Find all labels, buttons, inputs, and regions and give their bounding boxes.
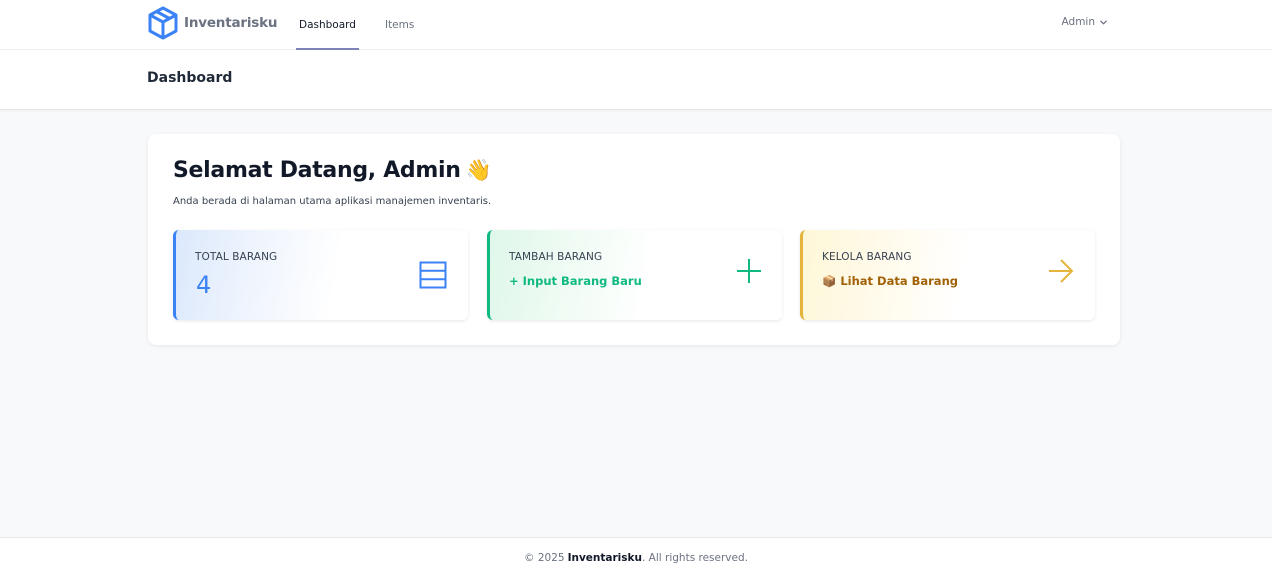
card-label: TAMBAH BARANG xyxy=(509,251,603,263)
footer-copyright: © 2025 xyxy=(524,552,565,564)
lihat-data-barang-link[interactable]: 📦 Lihat Data Barang xyxy=(822,274,958,288)
waving-hand-icon: 👋 xyxy=(465,158,492,182)
top-navbar: Inventarisku Dashboard Items Admin xyxy=(0,0,1272,50)
arrow-right-icon xyxy=(1049,259,1074,283)
footer-brand: Inventarisku xyxy=(567,552,642,564)
card-label: KELOLA BARANG xyxy=(822,251,912,263)
page-header: Dashboard xyxy=(0,50,1272,110)
user-name: Admin xyxy=(1061,16,1095,28)
brand-link[interactable]: Inventarisku xyxy=(147,6,277,40)
tambah-barang-card[interactable]: TAMBAH BARANG + Input Barang Baru xyxy=(487,230,782,320)
nav-items[interactable]: Items xyxy=(382,0,417,50)
brand-name: Inventarisku xyxy=(184,15,278,31)
footer-rights: . All rights reserved. xyxy=(642,552,748,564)
total-barang-card[interactable]: TOTAL BARANG 4 xyxy=(173,230,468,320)
table-rows-icon xyxy=(419,261,447,289)
kelola-barang-card[interactable]: KELOLA BARANG 📦 Lihat Data Barang xyxy=(800,230,1095,320)
card-label: TOTAL BARANG xyxy=(195,251,278,263)
main-nav: Dashboard Items xyxy=(296,0,440,50)
plus-icon xyxy=(737,259,761,283)
input-barang-baru-link[interactable]: + Input Barang Baru xyxy=(509,274,642,288)
welcome-card: Selamat Datang, Admin 👋 Anda berada di h… xyxy=(148,134,1120,345)
page-title: Dashboard xyxy=(147,70,233,86)
welcome-title: Selamat Datang, Admin 👋 xyxy=(173,158,492,183)
total-barang-value: 4 xyxy=(196,271,212,299)
welcome-title-text: Selamat Datang, Admin xyxy=(173,158,461,183)
welcome-subtitle: Anda berada di halaman utama aplikasi ma… xyxy=(173,196,492,207)
chevron-down-icon xyxy=(1100,20,1107,24)
footer: © 2025 Inventarisku . All rights reserve… xyxy=(0,537,1272,578)
cube-icon xyxy=(148,6,178,40)
user-menu-dropdown[interactable]: Admin xyxy=(1062,16,1108,28)
nav-dashboard[interactable]: Dashboard xyxy=(296,0,359,50)
